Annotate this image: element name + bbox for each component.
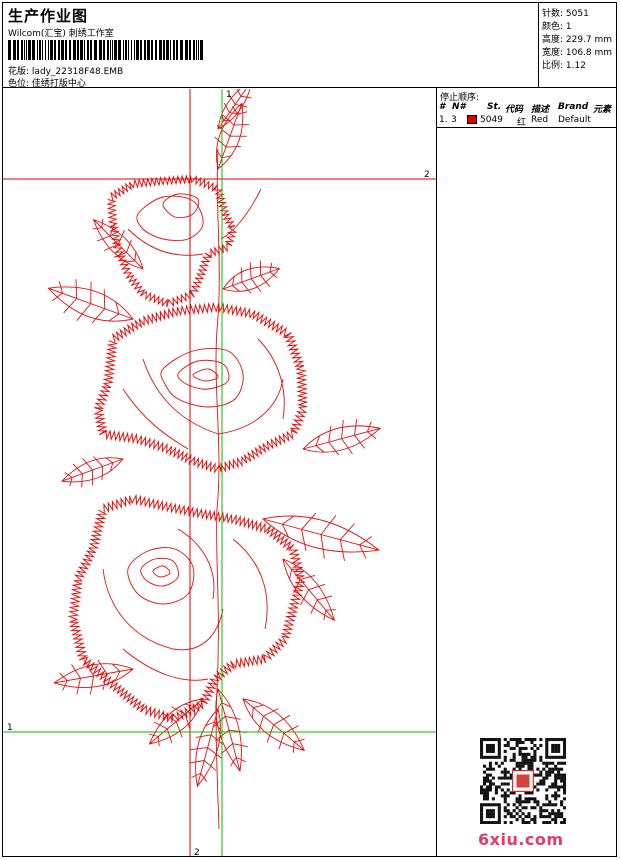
row-desc: Red [531,115,549,125]
guide-label-v-bottom: 2 [194,848,200,856]
bottom-rose-petal [177,528,215,600]
stat-height: 高度: 229.7 mm [542,35,613,45]
leaf [242,698,306,753]
col-code: 代码 [505,105,524,115]
stem-branch [220,188,262,240]
leaf [222,260,281,294]
company-name: Wilcom(汇宝) 刺绣工作室 [8,29,114,39]
bottom-rose-satin [67,493,307,724]
bottom-rose-petal [232,538,268,630]
stat-scale: 比例: 1.12 [542,61,586,71]
color-line: 色位: 佳绣打版中心 [8,76,86,89]
col-element: 元素 [593,105,612,115]
bud-petal [136,195,204,242]
barcode [8,40,203,60]
rose-satin-outline [67,174,309,724]
leaf [262,512,381,561]
bottom-rose-center [127,547,195,605]
guide-label-v-top: 1 [226,90,232,100]
color-value: 佳绣打版中心 [31,79,86,89]
embroidery-canvas: 2 1 1 2 [3,89,436,856]
guide-label-h-bottom: 1 [7,723,13,733]
col-needle: N# [452,102,466,112]
row-stitches: 5049 [480,115,503,125]
middle-rose-center [192,368,219,382]
col-desc: 描述 [531,105,550,115]
bottom-rose-petal [102,568,224,651]
middle-rose-center [160,348,244,408]
header-panel: 生产作业图 Wilcom(汇宝) 刺绣工作室 花版: lady_22318F48… [2,2,539,89]
bottom-rose-center [140,557,179,587]
bottom-rose-petal [122,648,209,681]
row-index: 1. [439,115,448,125]
bud-satin [106,174,238,308]
stat-width: 宽度: 106.8 mm [542,48,613,58]
stat-colors: 颜色: 1 [542,22,572,32]
page-title: 生产作业图 [8,7,89,25]
bud-curl [127,228,204,256]
middle-rose-petal [142,358,284,435]
bottom-rose-center [152,565,171,578]
row-brand: Default [558,115,591,125]
color-label: 色位: [8,79,30,89]
leaf [60,456,124,488]
col-index: # [439,102,446,112]
row-needle: 3 [451,115,457,125]
rose-line-art [47,89,382,830]
qr-code [480,738,566,824]
guide-label-h-top: 2 [424,170,430,180]
leaf [302,418,382,456]
col-stitches: St. [487,102,502,112]
watermark-logo: 6xiu.com [478,830,564,849]
leaf [189,708,224,788]
stats-panel: 针数: 5051 颜色: 1 高度: 229.7 mm 宽度: 106.8 mm… [539,2,617,88]
color-swatch [467,115,477,124]
leaf [213,688,248,773]
sequence-divider [437,127,617,128]
middle-rose-center [177,359,230,390]
leaf [282,558,337,622]
col-brand: Brand [558,102,589,112]
stat-stitches: 针数: 5051 [542,9,589,19]
sequence-header: # N# St. 代码 描述 Brand 元素 [437,102,617,115]
sequence-row: 1. 3 5049 红 Red Default [437,115,617,128]
middle-rose-satin [93,301,309,474]
leaf [47,279,134,324]
bud-petal [162,193,200,219]
